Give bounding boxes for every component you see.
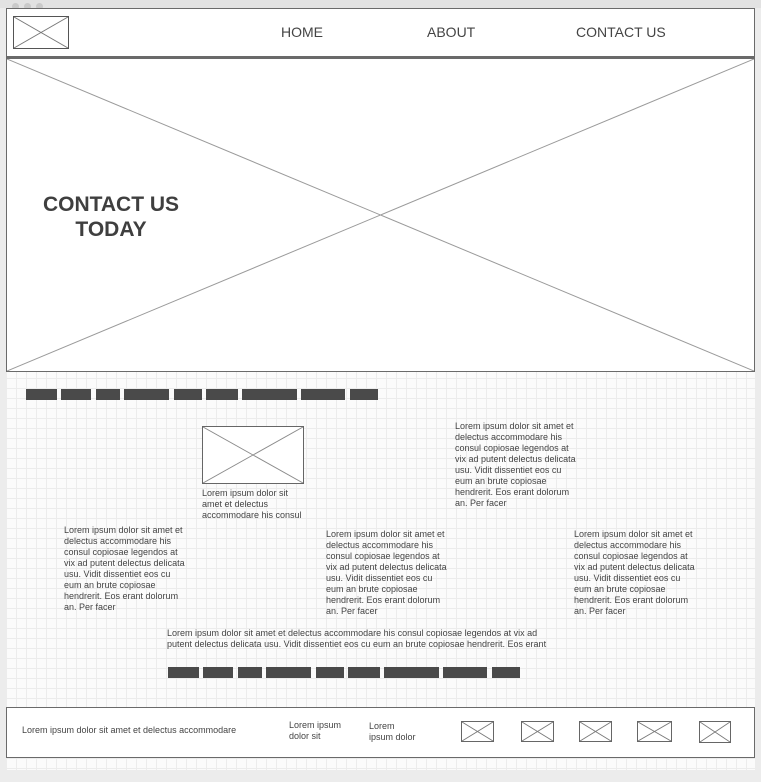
nav-contact-link[interactable]: CONTACT US — [576, 24, 666, 40]
menu-bar[interactable] — [492, 667, 520, 678]
window-top-bar — [0, 0, 761, 10]
menu-bar[interactable] — [443, 667, 487, 678]
social-icon-4[interactable] — [637, 721, 672, 742]
paragraph-right: Lorem ipsum dolor sit amet et delectus a… — [574, 529, 695, 616]
menu-bar[interactable] — [174, 389, 202, 400]
paragraph-top-right: Lorem ipsum dolor sit amet et delectus a… — [455, 421, 576, 508]
menu-bar[interactable] — [316, 667, 344, 678]
wireframe-canvas: HOME ABOUT CONTACT US CONTACT US TODAY L… — [6, 8, 755, 770]
menu-bar[interactable] — [242, 389, 297, 400]
menu-bar[interactable] — [168, 667, 199, 678]
menu-bar[interactable] — [206, 389, 238, 400]
menu-bar[interactable] — [124, 389, 169, 400]
image-caption: Lorem ipsum dolor sit amet et delectus a… — [202, 488, 302, 520]
footer-text: Lorem ipsum dolor sit amet et delectus a… — [22, 725, 237, 735]
paragraph-wide: Lorem ipsum dolor sit amet et delectus a… — [167, 628, 547, 649]
hero-title-line-2: TODAY — [75, 218, 147, 241]
social-icon-1[interactable] — [461, 721, 494, 742]
content-image-placeholder-icon — [202, 426, 304, 484]
menu-bar[interactable] — [266, 667, 311, 678]
social-icon-3[interactable] — [579, 721, 612, 742]
nav-home-link[interactable]: HOME — [281, 24, 323, 40]
nav-about-link[interactable]: ABOUT — [427, 24, 475, 40]
site-footer: Lorem ipsum dolor sit amet et delectus a… — [6, 707, 755, 758]
site-header: HOME ABOUT CONTACT US — [6, 8, 755, 57]
menu-bar[interactable] — [96, 389, 120, 400]
menu-bar[interactable] — [61, 389, 91, 400]
menu-bar[interactable] — [301, 389, 345, 400]
social-icon-5[interactable] — [699, 721, 731, 743]
menu-bar[interactable] — [26, 389, 57, 400]
hero-title: CONTACT US TODAY — [27, 192, 195, 242]
hero-section: CONTACT US TODAY — [6, 57, 755, 372]
logo-placeholder-icon[interactable] — [13, 16, 69, 49]
hero-title-line-1: CONTACT US — [42, 193, 180, 216]
paragraph-left: Lorem ipsum dolor sit amet et delectus a… — [64, 525, 185, 612]
menu-bar[interactable] — [238, 667, 262, 678]
paragraph-middle: Lorem ipsum dolor sit amet et delectus a… — [326, 529, 447, 616]
footer-column-2[interactable]: Lorem ipsum dolor — [369, 721, 421, 743]
menu-bar[interactable] — [348, 667, 380, 678]
menu-bar[interactable] — [384, 667, 439, 678]
footer-column-1[interactable]: Lorem ipsum dolor sit — [289, 720, 349, 742]
menu-bar[interactable] — [350, 389, 378, 400]
menu-bar[interactable] — [203, 667, 233, 678]
social-icon-2[interactable] — [521, 721, 554, 742]
